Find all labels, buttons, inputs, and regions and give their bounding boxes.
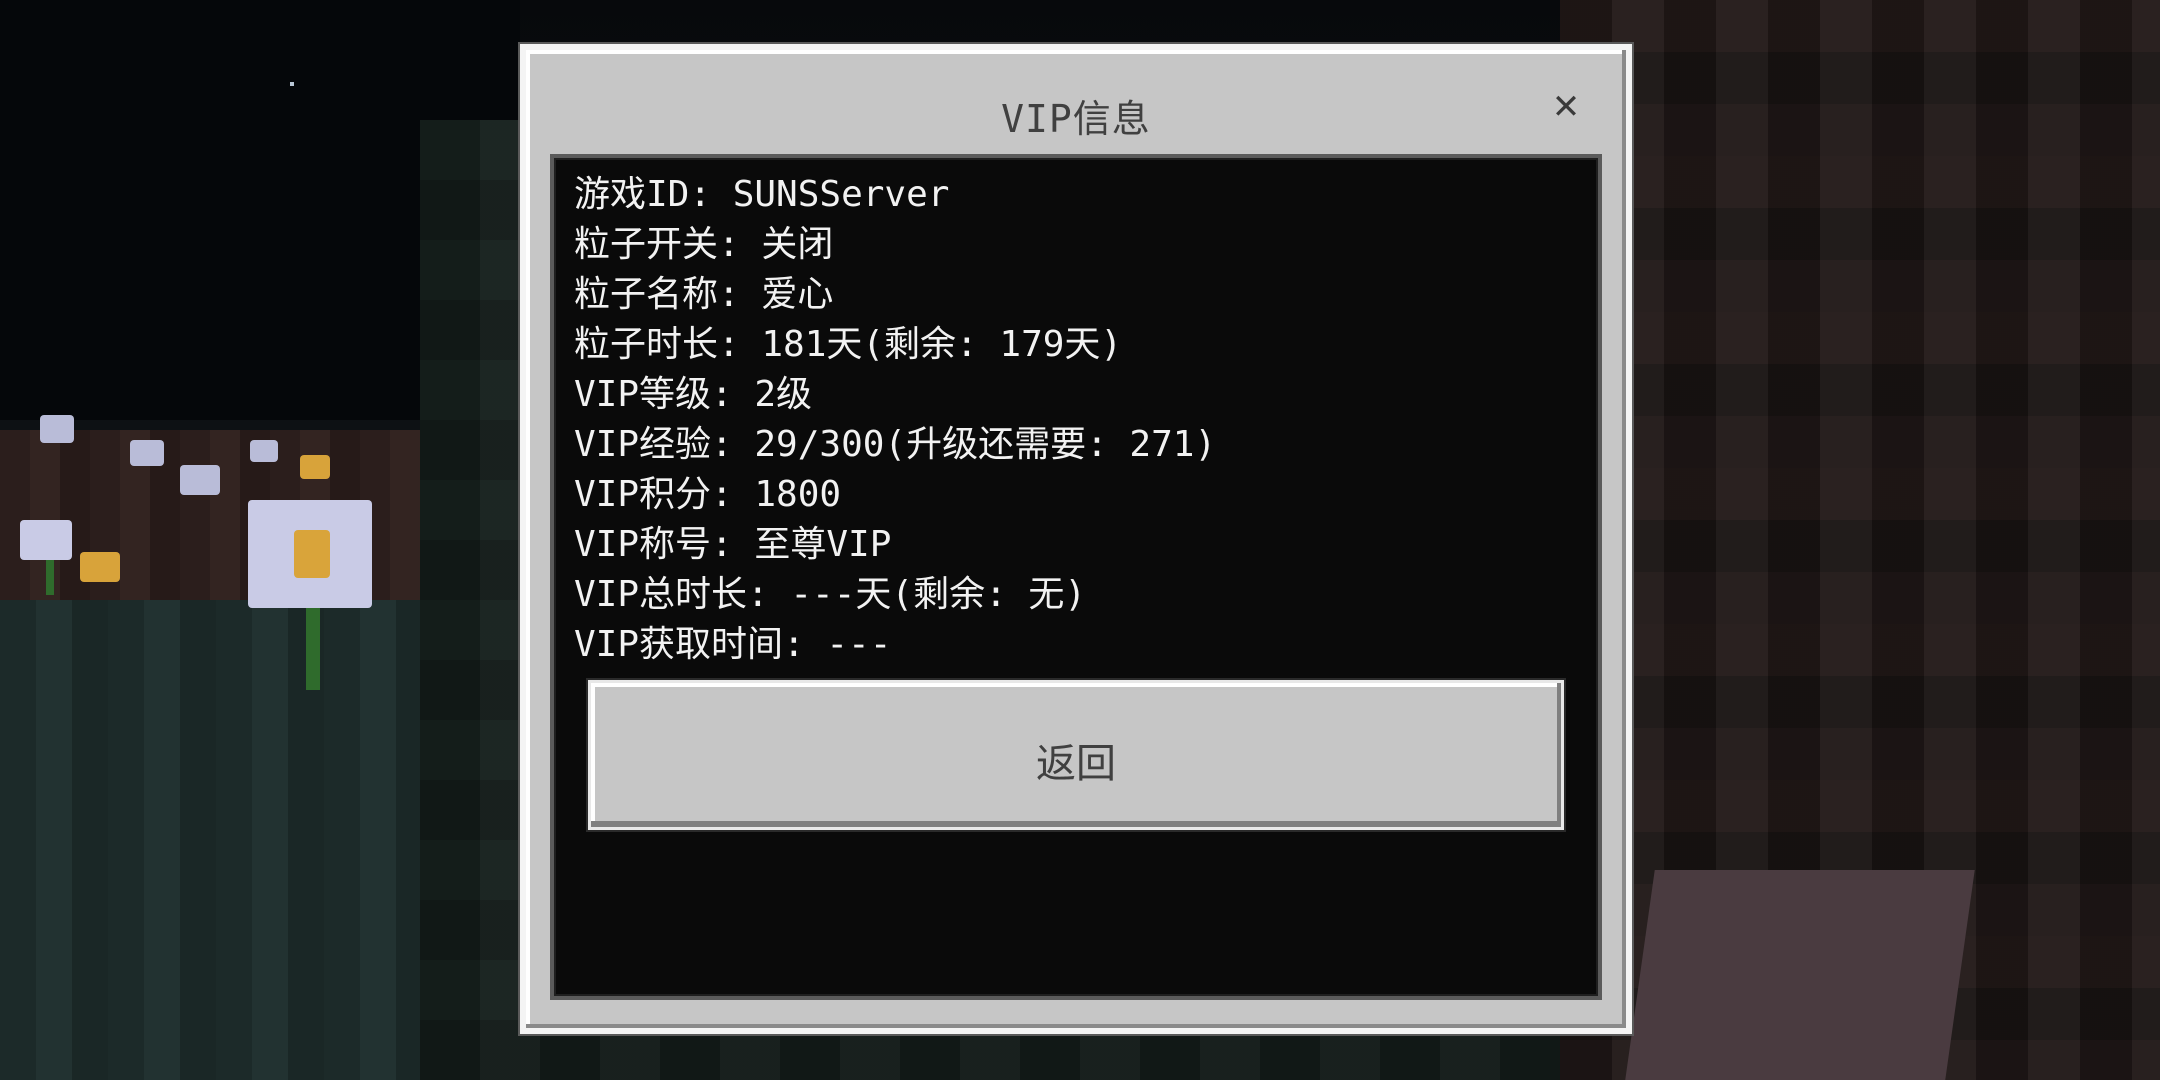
info-line-vip-title: VIP称号: 至尊VIP: [574, 524, 892, 565]
back-button[interactable]: 返回: [588, 680, 1564, 830]
info-panel: 游戏ID: SUNSServer 粒子开关: 关闭 粒子名称: 爱心 粒子时长:…: [550, 154, 1602, 1000]
daisy-flower: [40, 415, 74, 443]
info-line-particle-duration: 粒子时长: 181天(剩余: 179天): [574, 324, 1123, 365]
info-line-vip-acquired-time: VIP获取时间: ---: [574, 624, 892, 665]
daisy-center: [294, 530, 330, 578]
daisy-flower: [130, 440, 164, 466]
dandelion-flower: [80, 552, 120, 582]
flower-stem: [306, 600, 320, 690]
pink-block: [1625, 870, 1975, 1080]
info-line-particle-switch: 粒子开关: 关闭: [574, 224, 834, 265]
daisy-flower: [20, 520, 72, 560]
info-line-vip-level: VIP等级: 2级: [574, 374, 813, 415]
dandelion-flower: [300, 455, 330, 479]
star: [290, 82, 294, 86]
info-line-particle-name: 粒子名称: 爱心: [574, 274, 834, 315]
daisy-flower: [250, 440, 278, 462]
info-line-vip-total-duration: VIP总时长: ---天(剩余: 无): [574, 574, 1087, 615]
info-line-vip-points: VIP积分: 1800: [574, 474, 842, 515]
info-line-game-id: 游戏ID: SUNSServer: [574, 174, 950, 215]
stone-blocks: [0, 600, 440, 1080]
close-icon[interactable]: ✕: [1544, 82, 1588, 126]
back-button-label: 返回: [1036, 741, 1116, 787]
info-list: 游戏ID: SUNSServer 粒子开关: 关闭 粒子名称: 爱心 粒子时长:…: [574, 170, 1216, 670]
daisy-flower: [180, 465, 220, 495]
info-line-vip-exp: VIP经验: 29/300(升级还需要: 271): [574, 424, 1217, 465]
dialog-title: VIP信息: [1001, 97, 1151, 141]
vip-info-dialog: VIP信息 ✕ 游戏ID: SUNSServer 粒子开关: 关闭 粒子名称: …: [520, 44, 1632, 1034]
